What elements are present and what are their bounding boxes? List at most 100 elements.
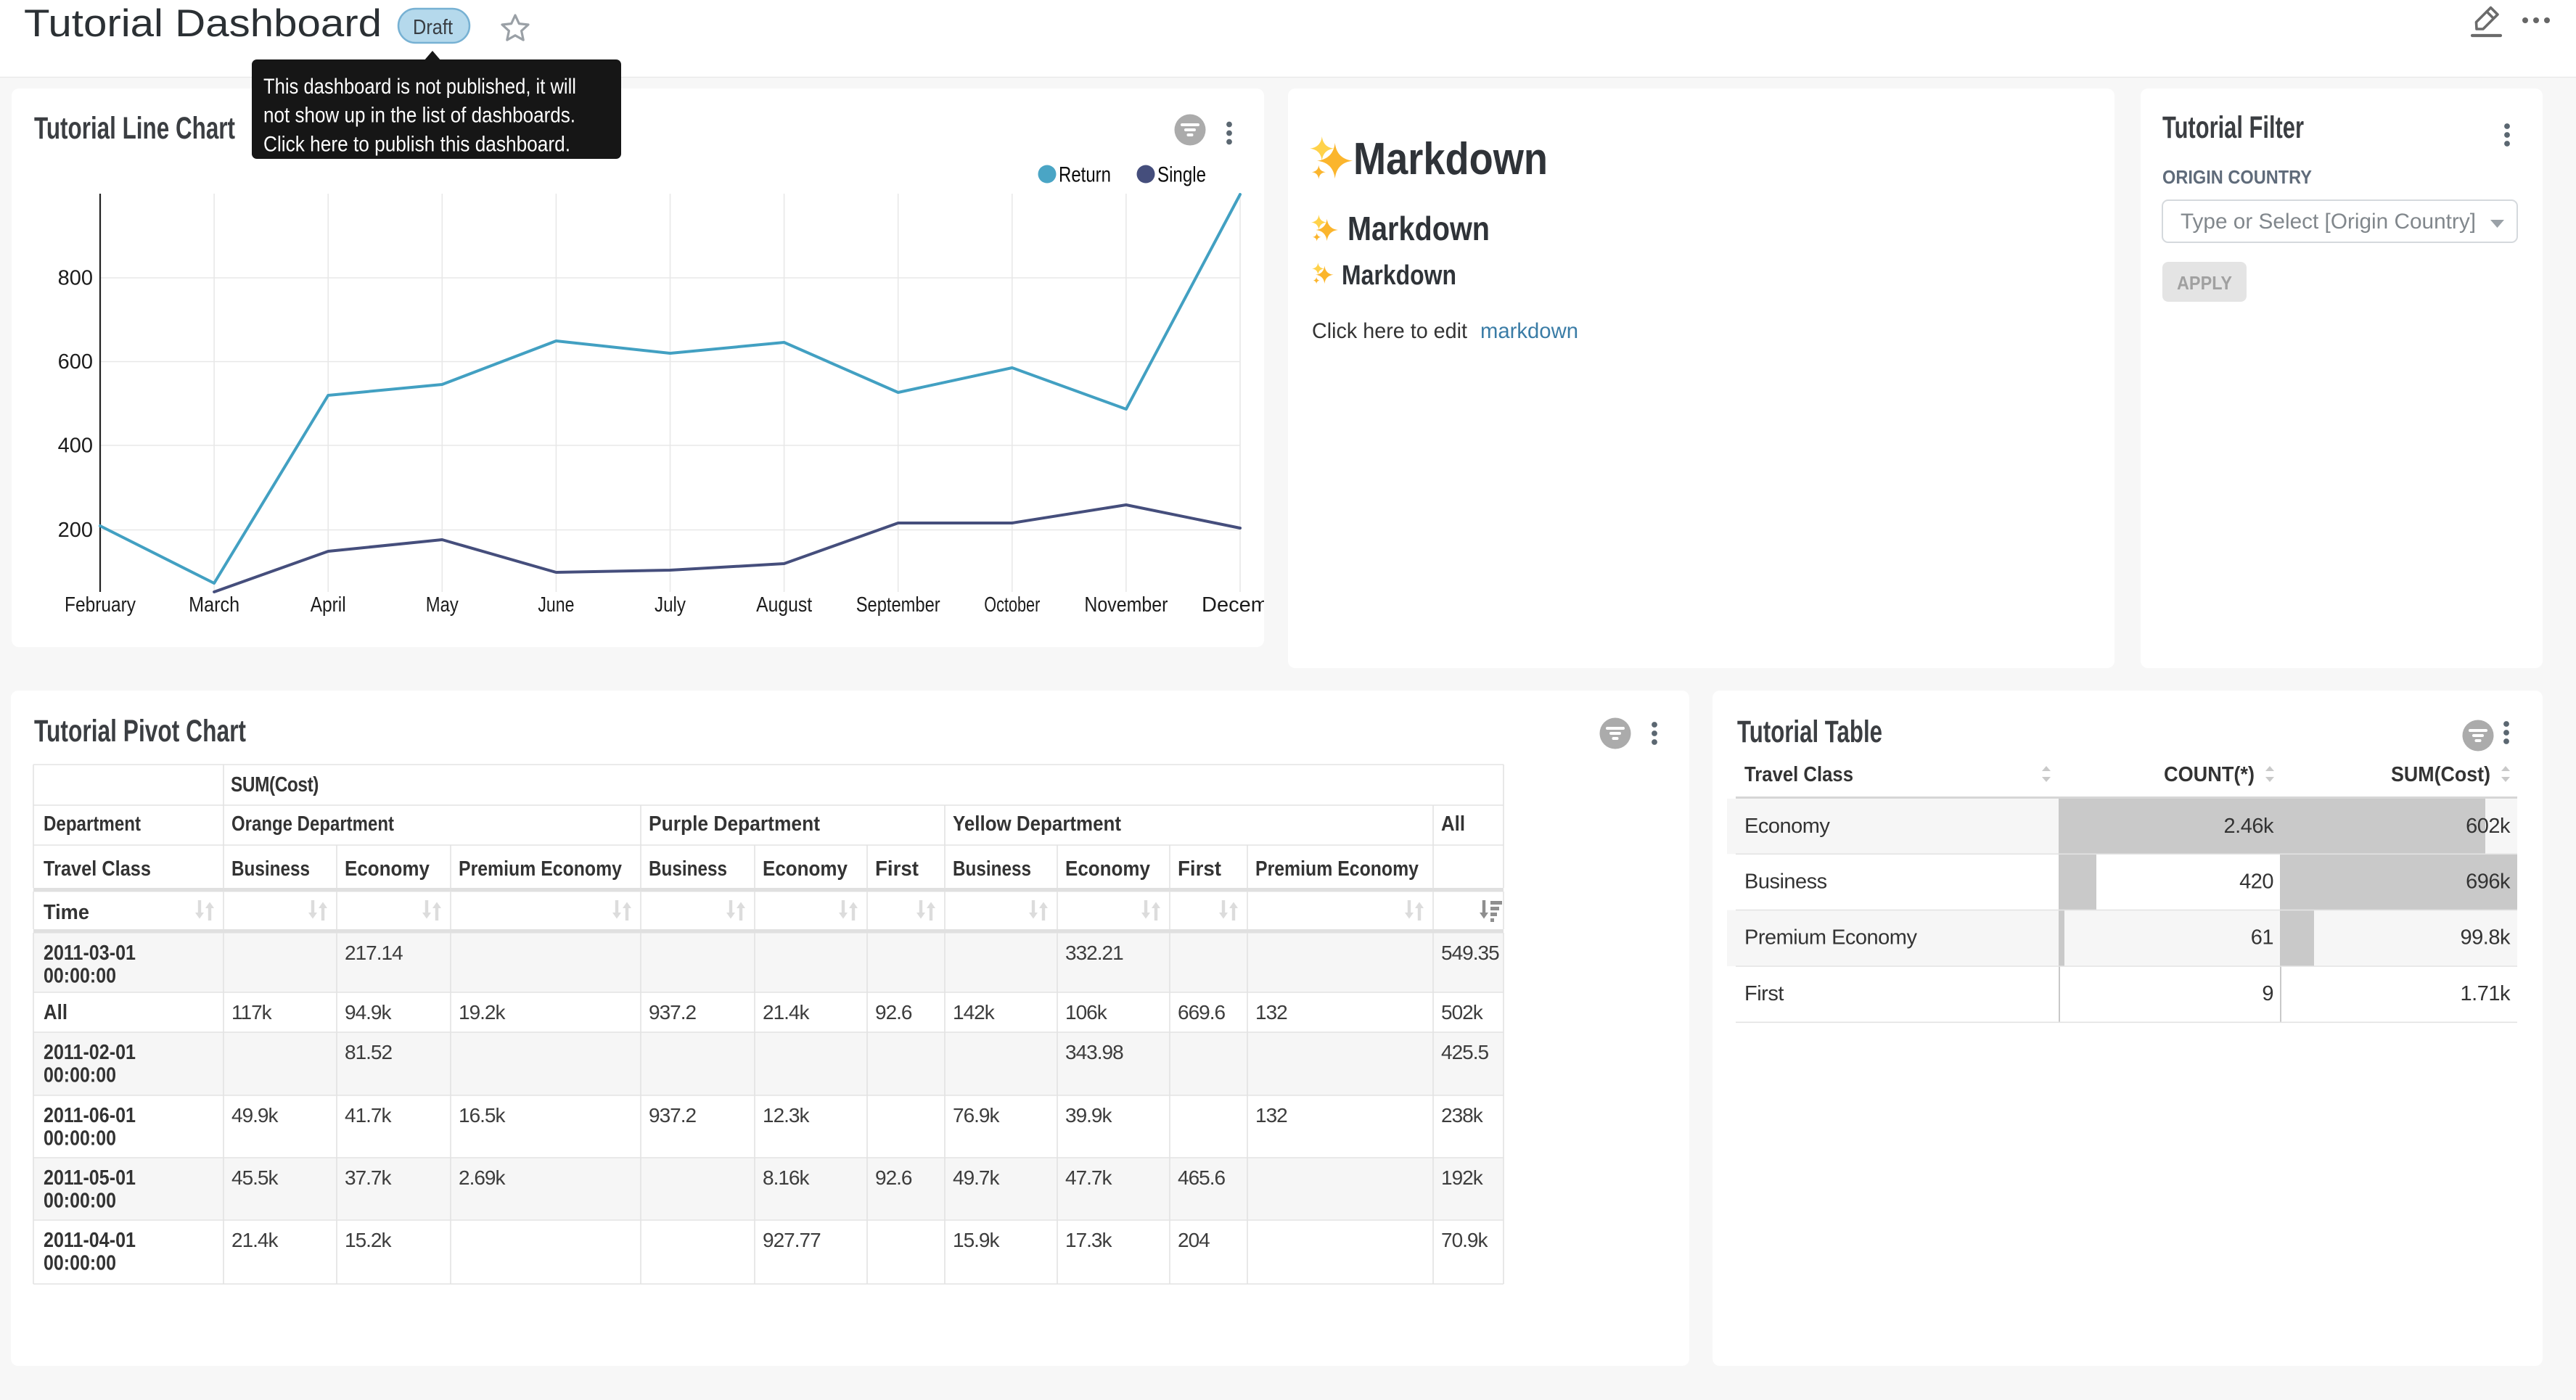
svg-text:ORIGIN COUNTRY: ORIGIN COUNTRY [2162, 166, 2312, 188]
svg-text:March: March [189, 593, 239, 617]
svg-text:Premium Economy: Premium Economy [1255, 857, 1419, 881]
svg-text:37.7k: 37.7k [345, 1166, 392, 1189]
svg-text:All: All [44, 1001, 67, 1024]
svg-text:502k: 502k [1441, 1001, 1484, 1024]
svg-text:SUM(Cost): SUM(Cost) [231, 773, 319, 796]
svg-text:92.6: 92.6 [875, 1001, 912, 1024]
svg-text:Tutorial Table: Tutorial Table [1737, 715, 1882, 749]
svg-text:92.6: 92.6 [875, 1166, 912, 1189]
svg-text:21.4k: 21.4k [231, 1229, 279, 1251]
svg-text:not show up in the list of das: not show up in the list of dashboards. [263, 104, 575, 128]
svg-text:00:00:00: 00:00:00 [44, 1064, 116, 1087]
svg-text:September: September [856, 593, 940, 617]
svg-text:217.14: 217.14 [345, 942, 403, 964]
svg-text:12.3k: 12.3k [763, 1104, 810, 1127]
svg-text:696k: 696k [2466, 870, 2511, 893]
svg-text:Business: Business [231, 857, 310, 881]
svg-text:2.69k: 2.69k [459, 1166, 506, 1189]
svg-text:Economy: Economy [763, 857, 848, 881]
svg-text:2011-04-01: 2011-04-01 [44, 1229, 136, 1252]
svg-text:June: June [538, 593, 574, 617]
svg-text:August: August [756, 593, 812, 617]
svg-text:2011-02-01: 2011-02-01 [44, 1041, 136, 1064]
svg-text:COUNT(*): COUNT(*) [2164, 763, 2255, 786]
svg-text:April: April [311, 593, 346, 617]
svg-text:October: October [984, 593, 1040, 617]
svg-text:800: 800 [58, 267, 93, 290]
svg-text:21.4k: 21.4k [763, 1001, 810, 1024]
svg-text:First: First [1744, 982, 1784, 1005]
svg-text:49.9k: 49.9k [231, 1104, 279, 1127]
svg-text:2011-06-01: 2011-06-01 [44, 1104, 136, 1127]
svg-text:Premium Economy: Premium Economy [1744, 926, 1917, 950]
svg-text:Department: Department [44, 812, 141, 836]
svg-text:9: 9 [2262, 982, 2273, 1005]
svg-text:Premium Economy: Premium Economy [459, 857, 622, 881]
svg-text:00:00:00: 00:00:00 [44, 1252, 116, 1275]
svg-text:600: 600 [58, 350, 93, 374]
svg-text:Travel Class: Travel Class [1744, 763, 1853, 786]
svg-text:Time: Time [44, 901, 89, 924]
svg-text:Tutorial Pivot Chart: Tutorial Pivot Chart [34, 714, 246, 749]
svg-text:16.5k: 16.5k [459, 1104, 506, 1127]
svg-text:15.9k: 15.9k [953, 1229, 1000, 1251]
svg-text:Economy: Economy [345, 857, 430, 881]
svg-text:602k: 602k [2466, 815, 2511, 838]
svg-text:Tutorial Dashboard: Tutorial Dashboard [24, 2, 382, 45]
svg-text:238k: 238k [1441, 1104, 1484, 1127]
svg-text:927.77: 927.77 [763, 1229, 821, 1251]
svg-text:All: All [1441, 812, 1465, 836]
svg-text:First: First [875, 857, 919, 881]
svg-text:Tutorial Filter: Tutorial Filter [2162, 110, 2304, 145]
svg-text:17.3k: 17.3k [1065, 1229, 1112, 1251]
svg-text:Travel Class: Travel Class [44, 857, 151, 881]
svg-text:142k: 142k [953, 1001, 996, 1024]
svg-text:45.5k: 45.5k [231, 1166, 279, 1189]
svg-text:15.2k: 15.2k [345, 1229, 392, 1251]
svg-text:February: February [65, 593, 136, 617]
svg-text:132: 132 [1255, 1104, 1287, 1127]
svg-text:41.7k: 41.7k [345, 1104, 392, 1127]
svg-text:937.2: 937.2 [649, 1001, 696, 1024]
svg-text:19.2k: 19.2k [459, 1001, 506, 1024]
svg-text:00:00:00: 00:00:00 [44, 1127, 116, 1150]
svg-text:99.8k: 99.8k [2461, 926, 2511, 950]
svg-text:1.71k: 1.71k [2461, 982, 2511, 1005]
svg-text:8.16k: 8.16k [763, 1166, 810, 1189]
svg-text:Economy: Economy [1065, 857, 1150, 881]
svg-text:343.98: 343.98 [1065, 1041, 1123, 1063]
svg-text:549.35: 549.35 [1441, 942, 1499, 964]
svg-text:420: 420 [2239, 870, 2273, 893]
svg-text:Click here to publish this das: Click here to publish this dashboard. [263, 133, 570, 157]
svg-text:Return: Return [1059, 163, 1111, 187]
svg-text:Markdown: Markdown [1348, 210, 1490, 247]
svg-text:Purple Department: Purple Department [649, 812, 820, 836]
svg-text:First: First [1178, 857, 1221, 881]
svg-text:47.7k: 47.7k [1065, 1166, 1112, 1189]
svg-text:Markdown: Markdown [1353, 134, 1548, 184]
svg-text:465.6: 465.6 [1178, 1166, 1225, 1189]
svg-text:70.9k: 70.9k [1441, 1229, 1488, 1251]
svg-text:106k: 106k [1065, 1001, 1108, 1024]
svg-text:332.21: 332.21 [1065, 942, 1123, 964]
svg-text:Draft: Draft [413, 16, 453, 39]
svg-text:Single: Single [1157, 163, 1206, 187]
svg-text:2011-03-01: 2011-03-01 [44, 942, 136, 965]
svg-text:94.9k: 94.9k [345, 1001, 392, 1024]
svg-text:May: May [426, 593, 459, 617]
svg-text:Tutorial Line Chart: Tutorial Line Chart [34, 111, 235, 146]
svg-text:00:00:00: 00:00:00 [44, 1190, 116, 1213]
svg-text:November: November [1084, 593, 1168, 617]
svg-text:Business: Business [953, 857, 1031, 881]
svg-text:400: 400 [58, 435, 93, 458]
svg-text:2011-05-01: 2011-05-01 [44, 1166, 136, 1190]
svg-text:192k: 192k [1441, 1166, 1484, 1189]
svg-text:937.2: 937.2 [649, 1104, 696, 1127]
svg-text:Orange Department: Orange Department [231, 812, 394, 836]
svg-text:117k: 117k [231, 1001, 273, 1024]
svg-text:49.7k: 49.7k [953, 1166, 1000, 1189]
svg-text:132: 132 [1255, 1001, 1287, 1024]
svg-text:200: 200 [58, 519, 93, 542]
svg-text:SUM(Cost): SUM(Cost) [2391, 763, 2490, 786]
svg-text:669.6: 669.6 [1178, 1001, 1225, 1024]
